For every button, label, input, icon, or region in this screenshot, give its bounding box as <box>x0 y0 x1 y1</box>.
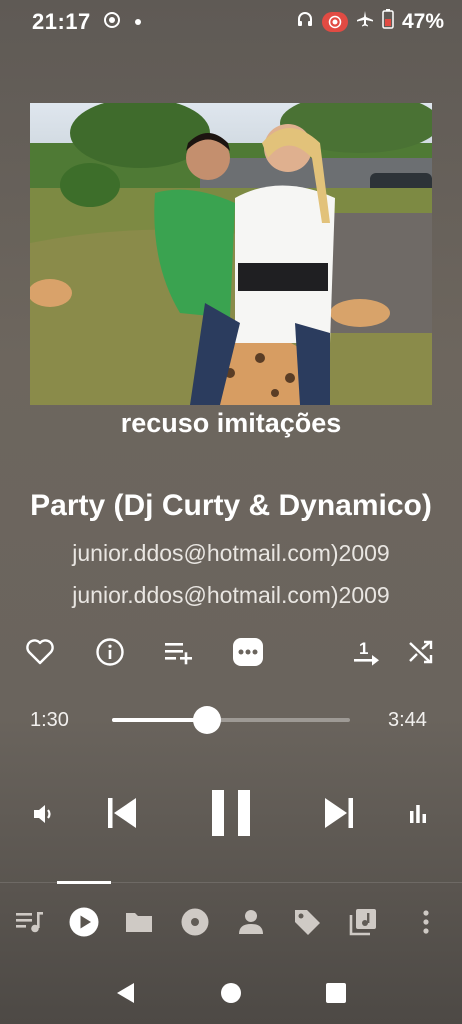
artist-icon[interactable] <box>235 906 267 938</box>
back-icon[interactable] <box>112 980 138 1006</box>
pause-icon[interactable] <box>206 787 256 839</box>
now-playing-icon[interactable] <box>68 906 100 938</box>
status-time: 21:17 <box>32 9 91 34</box>
track-title: Party (Dj Curty & Dynamico) <box>30 489 432 522</box>
more-options-icon[interactable] <box>232 636 264 668</box>
equalizer-icon[interactable] <box>404 800 432 828</box>
airplane-mode-icon <box>356 10 374 34</box>
album-icon[interactable] <box>179 906 211 938</box>
folder-icon[interactable] <box>123 906 155 938</box>
add-to-queue-icon[interactable] <box>163 636 195 668</box>
status-bar: 21:17 47% <box>0 0 462 44</box>
elapsed-time: 1:30 <box>30 709 69 731</box>
seek-bar-thumb[interactable] <box>193 706 222 734</box>
track-artist[interactable]: junior.ddos@hotmail.com)2009 <box>0 540 462 567</box>
overflow-menu-icon[interactable] <box>410 906 442 938</box>
previous-track-icon[interactable] <box>104 793 140 833</box>
album-art-caption: recuso imitações <box>120 408 342 438</box>
repeat-one-icon[interactable]: 1 <box>350 636 382 668</box>
screen-record-icon <box>103 9 121 35</box>
battery-percent: 47% <box>401 10 444 33</box>
track-action-row: 1 <box>0 630 462 674</box>
volume-icon[interactable] <box>30 800 58 828</box>
next-track-icon[interactable] <box>321 793 357 833</box>
seek-bar[interactable] <box>112 706 350 734</box>
recording-badge-icon <box>321 12 348 32</box>
queue-icon[interactable] <box>14 906 46 938</box>
album-art[interactable] <box>30 103 432 405</box>
notification-dot-icon <box>134 19 141 25</box>
battery-icon <box>382 9 394 35</box>
tag-icon[interactable] <box>291 906 323 938</box>
shuffle-icon[interactable] <box>405 636 437 668</box>
home-icon[interactable] <box>218 980 244 1006</box>
heart-icon[interactable] <box>24 636 56 668</box>
bottom-nav-selected-indicator <box>57 881 111 884</box>
recents-icon[interactable] <box>323 980 349 1006</box>
headphones-icon <box>296 10 314 34</box>
info-icon[interactable] <box>94 636 126 668</box>
track-album[interactable]: junior.ddos@hotmail.com)2009 <box>0 582 462 609</box>
total-time: 3:44 <box>388 709 427 731</box>
svg-text:1: 1 <box>359 639 368 658</box>
playlist-icon[interactable] <box>347 906 379 938</box>
